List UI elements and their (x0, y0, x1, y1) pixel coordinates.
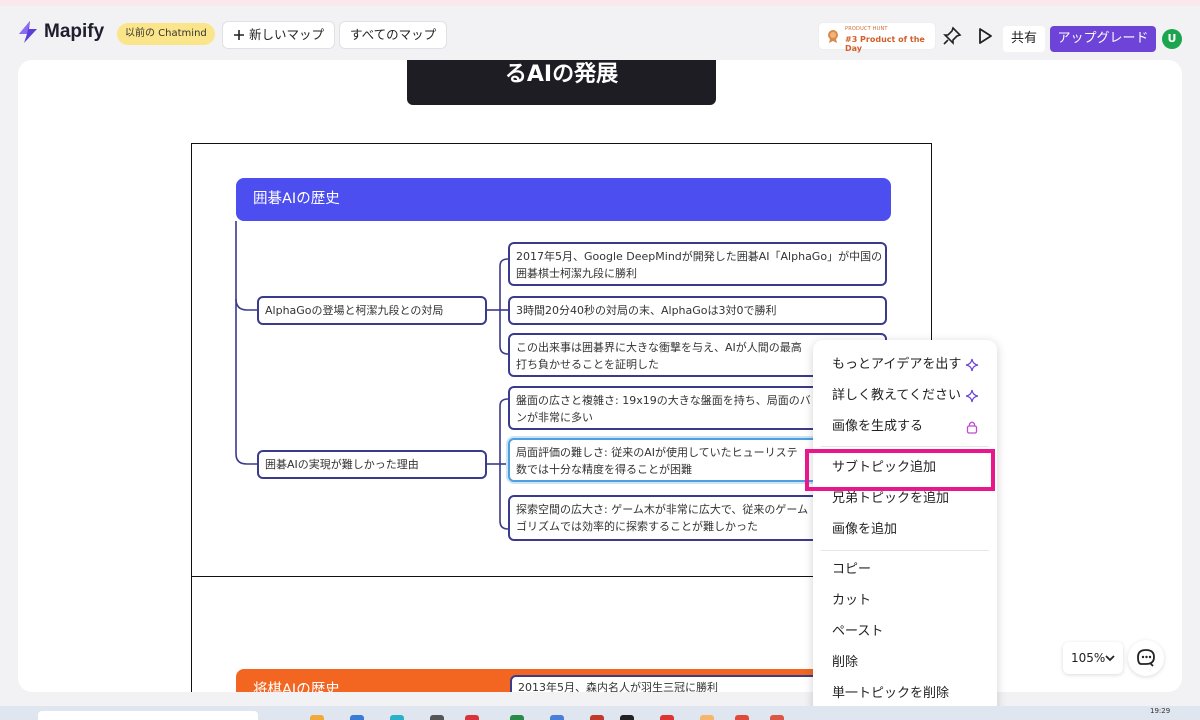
taskbar-app-icon[interactable] (735, 715, 749, 720)
menu-item-paste[interactable]: ペースト (813, 617, 997, 647)
mind-map-canvas[interactable]: るAIの発展 囲碁AIの歴史 AlphaGoの登場と柯潔九段との対局 2017年… (18, 60, 1182, 692)
taskbar-app-icon[interactable] (620, 715, 634, 720)
medal-icon (828, 30, 838, 43)
context-menu: もっとアイデアを出す 詳しく教えてください 画像を生成する サブトピック追加 兄… (813, 340, 997, 720)
leaf-node[interactable]: 3時間20分40秒の対局の末、AlphaGoは3対0で勝利 (508, 296, 887, 325)
os-taskbar: 19:29 (0, 706, 1200, 720)
taskbar-app-icon[interactable] (770, 715, 784, 720)
zoom-control[interactable]: 105% (1063, 642, 1123, 674)
lock-icon (966, 421, 978, 434)
all-maps-label: すべてのマップ (350, 27, 437, 42)
branch-node[interactable]: AlphaGoの登場と柯潔九段との対局 (257, 296, 487, 325)
menu-item-label: 画像を追加 (832, 522, 898, 537)
menu-item-tell-more[interactable]: 詳しく教えてください (813, 381, 997, 411)
leaf-line: 囲碁棋士柯潔九段に勝利 (516, 267, 637, 280)
app-header: Mapify 以前の Chatmind 新しいマップ すべてのマップ PRODU… (0, 6, 1200, 58)
leaf-node[interactable]: 2017年5月、Google DeepMindが開発した囲碁AI「AlphaGo… (508, 242, 887, 286)
menu-item-generate-image[interactable]: 画像を生成する (813, 412, 997, 442)
taskbar-app-icon[interactable] (660, 715, 674, 720)
share-button[interactable]: 共有 (1003, 26, 1046, 52)
menu-item-label: コピー (832, 562, 872, 577)
plus-icon (234, 30, 244, 40)
title-card[interactable]: るAIの発展 (407, 60, 716, 105)
menu-item-label: カット (832, 593, 872, 608)
taskbar-app-icon[interactable] (550, 715, 564, 720)
menu-item-label: ペースト (832, 624, 884, 639)
taskbar-app-icon[interactable] (350, 715, 364, 720)
chat-icon (1137, 649, 1155, 667)
taskbar-clock: 19:29 (1150, 707, 1171, 715)
title-card-text: るAIの発展 (504, 62, 619, 87)
chevron-down-icon (1105, 655, 1115, 662)
product-hunt-main-text: #3 Product of the Day (845, 35, 925, 53)
menu-item-delete[interactable]: 削除 (813, 648, 997, 678)
menu-item-add-image[interactable]: 画像を追加 (813, 515, 997, 545)
menu-item-label: 削除 (832, 655, 859, 670)
logo-text: Mapify (44, 21, 105, 42)
menu-item-label: 詳しく教えてください (832, 388, 961, 403)
menu-item-more-ideas[interactable]: もっとアイデアを出す (813, 350, 997, 380)
menu-separator (821, 446, 989, 447)
taskbar-app-icon[interactable] (700, 715, 714, 720)
upgrade-button[interactable]: アップグレード (1050, 26, 1156, 52)
menu-item-label: 兄弟トピックを追加 (832, 491, 950, 506)
menu-item-label: もっとアイデアを出す (832, 357, 962, 372)
menu-item-delete-single[interactable]: 単一トピックを削除 (813, 679, 997, 709)
previous-name-badge: 以前の Chatmind (117, 23, 215, 45)
product-hunt-small-text: PRODUCT HUNT (845, 26, 888, 32)
menu-item-label: 画像を生成する (832, 419, 924, 434)
menu-item-copy[interactable]: コピー (813, 555, 997, 585)
new-map-button[interactable]: 新しいマップ (222, 21, 336, 49)
highlight-annotation (805, 449, 995, 491)
leaf-line: 3時間20分40秒の対局の末、AlphaGoは3対0で勝利 (516, 304, 777, 317)
zoom-value: 105% (1071, 651, 1106, 665)
taskbar-app-icon[interactable] (310, 715, 324, 720)
leaf-line: 2017年5月、Google DeepMindが開発した囲碁AI「AlphaGo… (516, 250, 883, 263)
lightning-logo-icon (19, 21, 37, 43)
product-hunt-badge[interactable]: PRODUCT HUNT #3 Product of the Day (818, 22, 936, 53)
chat-button[interactable] (1128, 640, 1164, 676)
logo[interactable]: Mapify (16, 20, 104, 44)
branch-label: 囲碁AIの実現が難しかった理由 (265, 458, 419, 471)
taskbar-app-icon[interactable] (590, 715, 604, 720)
all-maps-button[interactable]: すべてのマップ (339, 21, 448, 49)
new-map-label: 新しいマップ (249, 27, 325, 42)
menu-item-label: 単一トピックを削除 (832, 686, 950, 701)
taskbar-app-icon[interactable] (430, 715, 444, 720)
pin-icon[interactable] (942, 26, 962, 46)
play-icon[interactable] (975, 26, 995, 46)
taskbar-app-icon[interactable] (465, 715, 479, 720)
sparkle-icon (965, 358, 979, 372)
branch-node[interactable]: 囲碁AIの実現が難しかった理由 (257, 450, 487, 479)
menu-item-cut[interactable]: カット (813, 586, 997, 616)
sparkle-icon (965, 389, 979, 403)
menu-separator (821, 550, 989, 551)
branch-label: AlphaGoの登場と柯潔九段との対局 (265, 304, 444, 317)
taskbar-app-icon[interactable] (510, 715, 524, 720)
taskbar-search[interactable] (38, 711, 258, 720)
taskbar-app-icon[interactable] (390, 715, 404, 720)
avatar[interactable]: U (1162, 29, 1182, 49)
